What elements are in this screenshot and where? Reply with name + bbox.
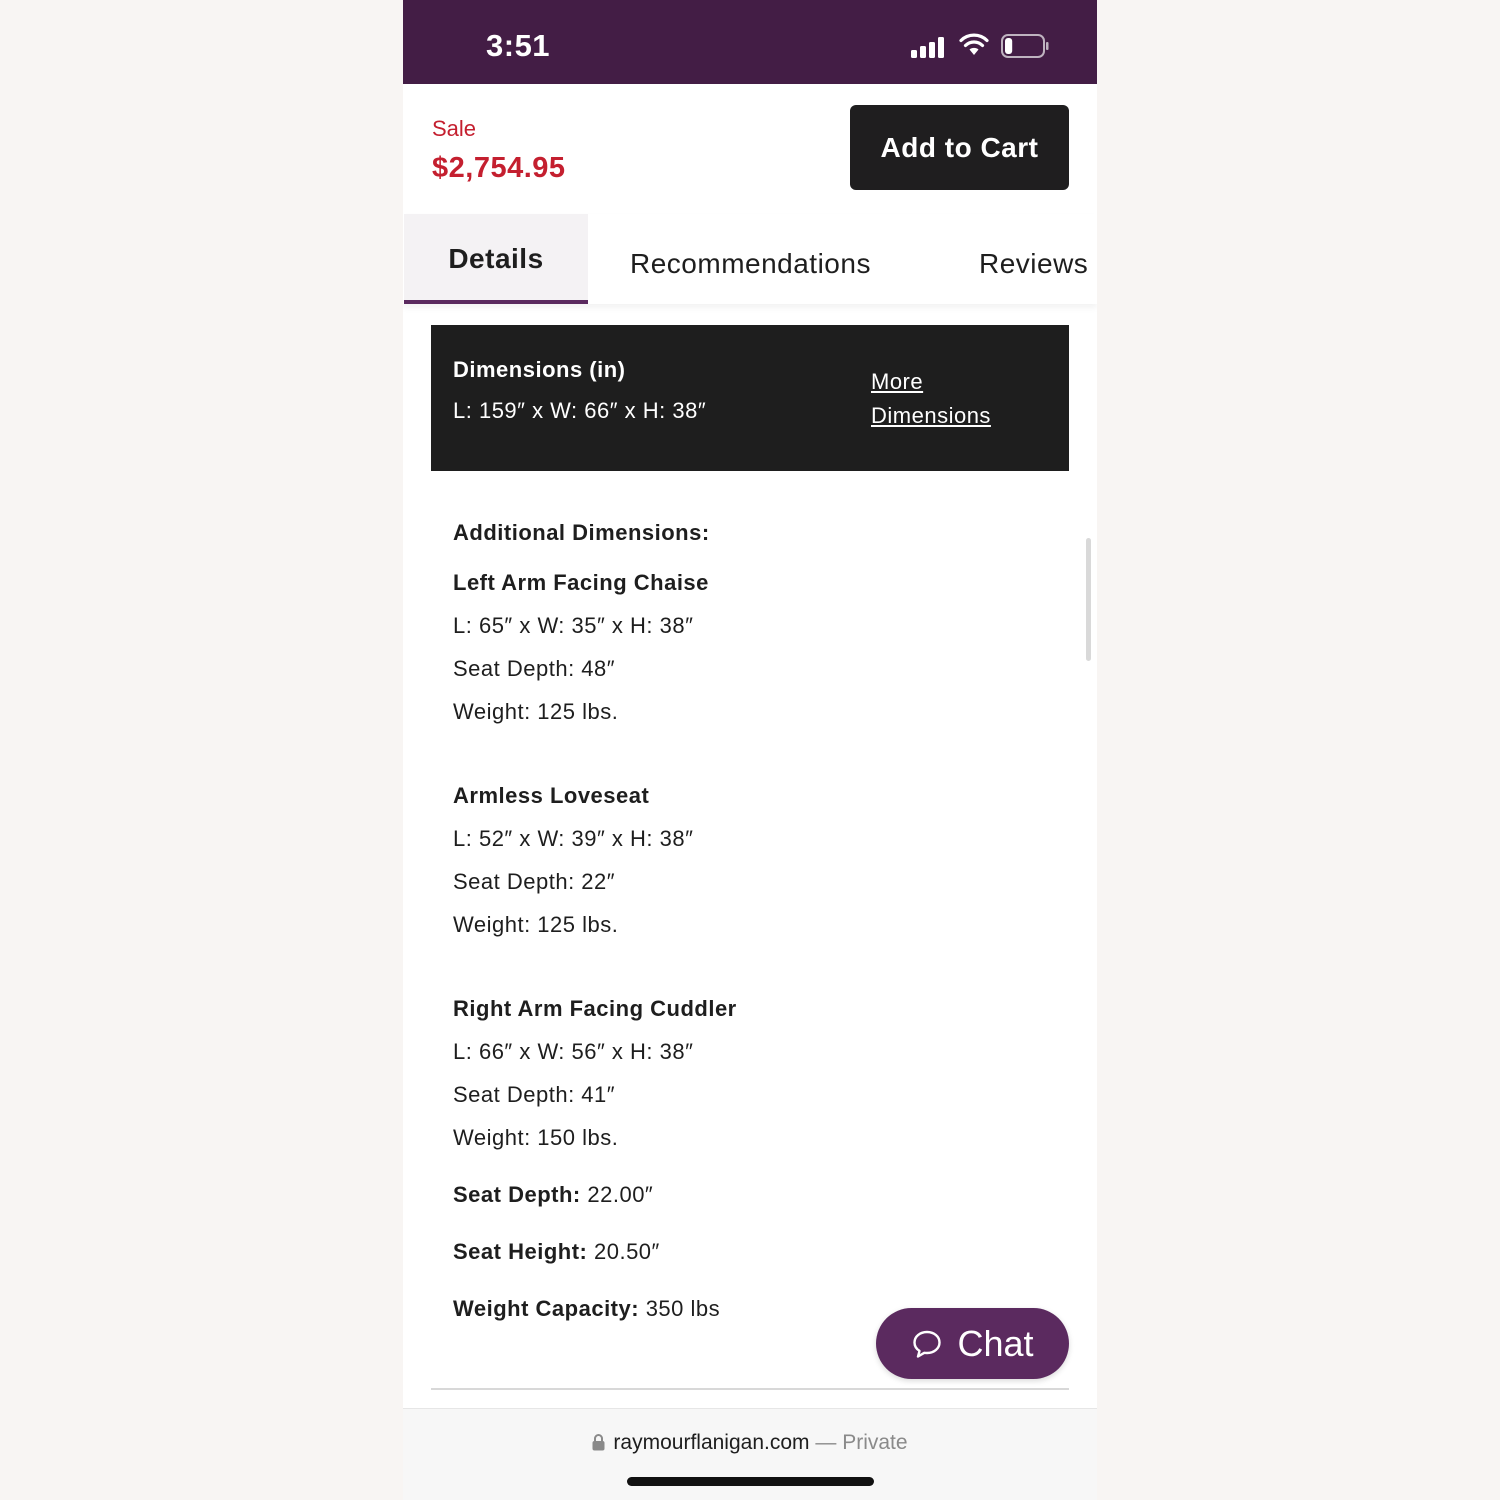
dimensions-value: L: 159″ x W: 66″ x H: 38″	[453, 398, 707, 423]
dimensions-title: Dimensions (in)	[453, 357, 626, 382]
dimensions-box: Dimensions (in) L: 159″ x W: 66″ x H: 38…	[431, 325, 1069, 471]
additional-dimensions-heading: Additional Dimensions:	[453, 520, 710, 545]
spec-seat-height: Seat Height: 20.50″	[453, 1239, 660, 1265]
chat-bubble-icon	[913, 1330, 942, 1358]
tab-recommendations[interactable]: Recommendations	[630, 214, 871, 304]
product-tabs: Details Recommendations Reviews	[403, 214, 1097, 304]
url-domain: raymourflanigan.com	[613, 1431, 810, 1454]
spec-label: Seat Depth:	[453, 1182, 581, 1207]
piece-name: Left Arm Facing Chaise	[453, 570, 709, 595]
section-divider	[431, 1388, 1069, 1390]
phone-screen: 3:51 Sale $2,754.95 Add to Cart Details …	[403, 0, 1097, 1500]
piece-weight: Weight: 125 lbs.	[453, 912, 619, 937]
price-bar: Sale $2,754.95 Add to Cart	[403, 84, 1097, 214]
status-bar: 3:51	[403, 0, 1097, 84]
spec-value: 20.50″	[593, 1239, 660, 1264]
battery-icon	[1001, 34, 1049, 58]
piece-name: Right Arm Facing Cuddler	[453, 996, 737, 1021]
piece-dimensions: L: 52″ x W: 39″ x H: 38″	[453, 826, 694, 851]
spec-label: Weight Capacity:	[453, 1296, 640, 1321]
spec-label: Seat Height:	[453, 1239, 588, 1264]
url-text[interactable]: raymourflanigan.com — Private	[403, 1431, 1097, 1455]
chat-button[interactable]: Chat	[876, 1308, 1069, 1379]
spec-seat-depth: Seat Depth: 22.00″	[453, 1182, 653, 1208]
status-time: 3:51	[486, 28, 551, 63]
url-private-label: — Private	[815, 1431, 908, 1454]
lock-icon	[592, 1434, 605, 1451]
tab-details[interactable]: Details	[404, 214, 588, 304]
tab-reviews[interactable]: Reviews	[979, 214, 1088, 304]
spec-value: 350 lbs	[645, 1296, 721, 1321]
piece-dimensions: L: 66″ x W: 56″ x H: 38″	[453, 1039, 694, 1064]
piece-weight: Weight: 125 lbs.	[453, 699, 619, 724]
piece-seat-depth: Seat Depth: 48″	[453, 656, 616, 681]
piece-name: Armless Loveseat	[453, 783, 650, 808]
piece-dimensions: L: 65″ x W: 35″ x H: 38″	[453, 613, 694, 638]
home-indicator[interactable]	[627, 1477, 874, 1486]
sale-price: $2,754.95	[432, 152, 566, 184]
cellular-signal-icon	[911, 36, 947, 58]
chat-label: Chat	[957, 1322, 1034, 1364]
add-to-cart-button[interactable]: Add to Cart	[850, 105, 1069, 190]
scroll-indicator[interactable]	[1086, 538, 1091, 661]
spec-value: 22.00″	[587, 1182, 654, 1207]
piece-weight: Weight: 150 lbs.	[453, 1125, 619, 1150]
piece-seat-depth: Seat Depth: 41″	[453, 1082, 616, 1107]
browser-url-bar[interactable]: raymourflanigan.com — Private	[403, 1408, 1097, 1500]
wifi-icon	[959, 33, 989, 55]
sale-label: Sale	[432, 116, 477, 141]
more-dimensions-link[interactable]: More Dimensions	[871, 365, 1021, 433]
piece-seat-depth: Seat Depth: 22″	[453, 869, 616, 894]
spec-weight-capacity: Weight Capacity: 350 lbs	[453, 1296, 720, 1322]
battery-level	[1005, 38, 1013, 54]
